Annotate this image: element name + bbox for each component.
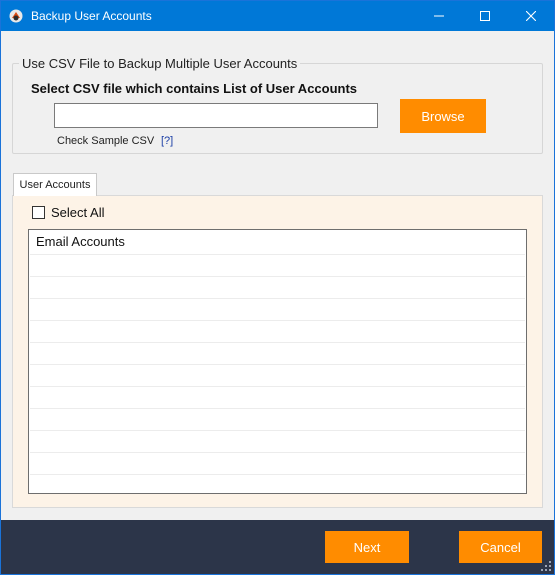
select-all-label: Select All — [51, 205, 105, 220]
footer-bar: Next Cancel — [1, 520, 554, 574]
close-button[interactable] — [508, 1, 554, 31]
email-accounts-list[interactable]: Email Accounts — [28, 229, 527, 494]
minimize-button[interactable] — [416, 1, 462, 31]
cancel-button[interactable]: Cancel — [459, 531, 542, 563]
list-row[interactable] — [30, 254, 525, 276]
tab-user-accounts[interactable]: User Accounts — [13, 173, 97, 196]
csv-group-legend: Use CSV File to Backup Multiple User Acc… — [19, 56, 301, 71]
sample-csv-help-link[interactable]: [?] — [161, 135, 173, 147]
csv-file-path-input[interactable] — [54, 103, 378, 128]
minimize-icon — [434, 15, 444, 17]
select-all-checkbox[interactable]: Select All — [32, 205, 104, 220]
browse-button[interactable]: Browse — [400, 99, 486, 133]
window-title: Backup User Accounts — [31, 9, 152, 23]
checkbox-box[interactable] — [32, 206, 45, 219]
list-row[interactable] — [30, 408, 525, 430]
list-row[interactable] — [30, 276, 525, 298]
list-row[interactable] — [30, 342, 525, 364]
list-row[interactable] — [30, 298, 525, 320]
close-icon — [526, 11, 536, 21]
list-row[interactable] — [30, 386, 525, 408]
maximize-icon — [480, 11, 490, 21]
list-row[interactable] — [30, 364, 525, 386]
list-row[interactable] — [30, 320, 525, 342]
csv-file-heading: Select CSV file which contains List of U… — [31, 81, 358, 96]
backup-user-accounts-window: Backup User Accounts Use CSV File to Bac… — [0, 0, 555, 575]
maximize-button[interactable] — [462, 1, 508, 31]
list-row[interactable] — [30, 452, 525, 474]
list-row[interactable] — [30, 474, 525, 493]
next-button[interactable]: Next — [325, 531, 409, 563]
title-bar[interactable]: Backup User Accounts — [1, 1, 554, 31]
check-sample-csv-label: Check Sample CSV — [57, 135, 155, 147]
email-accounts-column-header: Email Accounts — [36, 234, 125, 249]
app-logo-icon — [9, 9, 23, 23]
resize-grip-icon[interactable] — [541, 561, 551, 571]
list-row[interactable] — [30, 430, 525, 452]
